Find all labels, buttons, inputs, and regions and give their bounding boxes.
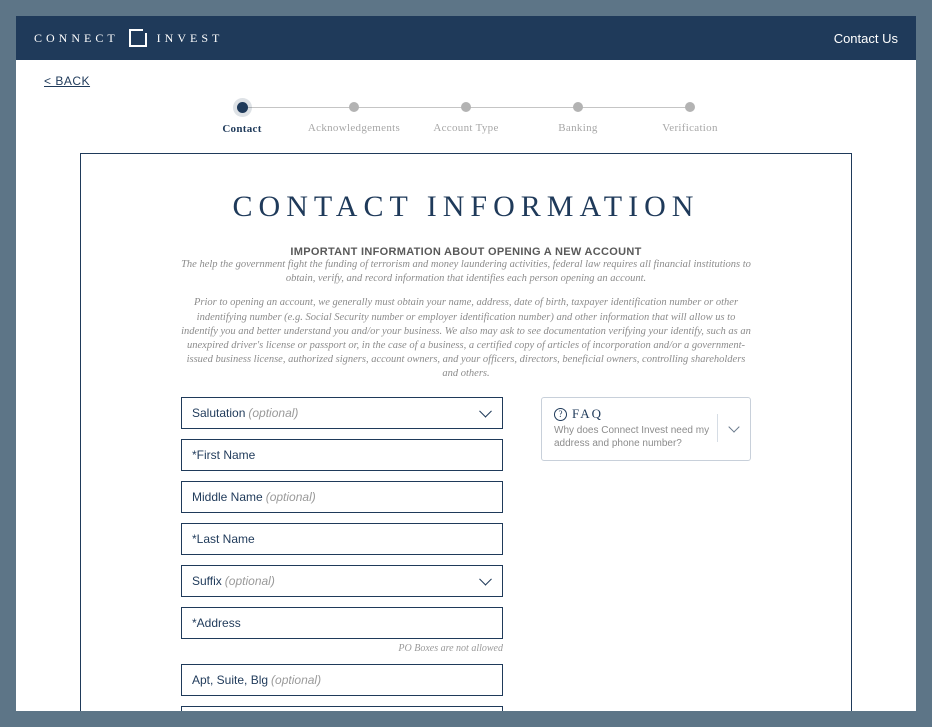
city-input[interactable]: *City xyxy=(181,706,503,711)
faq-sidebar: ? FAQ Why does Connect Invest need my ad… xyxy=(541,397,751,711)
content-area: < BACK Contact Acknowledgements Account … xyxy=(16,60,916,711)
field-label: *First Name xyxy=(192,448,255,462)
step-dot-icon xyxy=(573,102,583,112)
step-dot-icon xyxy=(685,102,695,112)
step-contact[interactable]: Contact xyxy=(186,102,298,135)
step-label: Contact xyxy=(186,123,298,135)
form-fields-column: Salutation (optional) *First Name Middle… xyxy=(181,397,503,711)
step-label: Acknowledgements xyxy=(298,122,410,134)
notice-paragraph-2: Prior to opening an account, we generall… xyxy=(181,296,751,381)
faq-question-text: Why does Connect Invest need my address … xyxy=(554,424,717,450)
suffix-select[interactable]: Suffix (optional) xyxy=(181,565,503,597)
step-connector xyxy=(578,107,690,108)
optional-hint: (optional) xyxy=(271,673,321,687)
apt-suite-input[interactable]: Apt, Suite, Blg (optional) xyxy=(181,664,503,696)
address-hint: PO Boxes are not allowed xyxy=(181,643,503,654)
faq-accordion-item[interactable]: ? FAQ Why does Connect Invest need my ad… xyxy=(541,397,751,461)
last-name-input[interactable]: *Last Name xyxy=(181,523,503,555)
salutation-select[interactable]: Salutation (optional) xyxy=(181,397,503,429)
header-bar: CONNECT INVEST Contact Us xyxy=(16,16,916,60)
back-link[interactable]: < BACK xyxy=(44,74,90,88)
page-container: CONNECT INVEST Contact Us < BACK Contact… xyxy=(16,16,916,711)
contact-us-link[interactable]: Contact Us xyxy=(834,31,898,46)
faq-title-text: FAQ xyxy=(572,406,603,422)
field-label: *Address xyxy=(192,616,241,630)
notice-paragraph-1: The help the government fight the fundin… xyxy=(181,258,751,286)
brand-logo[interactable]: CONNECT INVEST xyxy=(34,29,223,47)
step-label: Account Type xyxy=(410,122,522,134)
chevron-down-icon xyxy=(717,414,738,442)
notice-heading: IMPORTANT INFORMATION ABOUT OPENING A NE… xyxy=(181,246,751,258)
middle-name-input[interactable]: Middle Name (optional) xyxy=(181,481,503,513)
step-dot-icon xyxy=(349,102,359,112)
form-body: Salutation (optional) *First Name Middle… xyxy=(181,397,751,711)
optional-hint: (optional) xyxy=(225,574,275,588)
brand-text-right: INVEST xyxy=(157,31,224,46)
form-card: CONTACT INFORMATION IMPORTANT INFORMATIO… xyxy=(80,153,852,711)
step-connector xyxy=(354,107,466,108)
question-mark-icon: ? xyxy=(554,408,567,421)
page-title: CONTACT INFORMATION xyxy=(181,190,751,224)
step-dot-icon xyxy=(237,102,248,113)
field-label: Suffix xyxy=(192,574,222,588)
progress-stepper: Contact Acknowledgements Account Type Ba… xyxy=(186,102,746,135)
field-label: Apt, Suite, Blg xyxy=(192,673,268,687)
brand-square-icon xyxy=(129,29,147,47)
optional-hint: (optional) xyxy=(266,490,316,504)
brand-text-left: CONNECT xyxy=(34,31,119,46)
field-label: Salutation xyxy=(192,406,245,420)
first-name-input[interactable]: *First Name xyxy=(181,439,503,471)
step-label: Verification xyxy=(634,122,746,134)
field-label: Middle Name xyxy=(192,490,263,504)
faq-content: ? FAQ Why does Connect Invest need my ad… xyxy=(554,406,717,450)
step-dot-icon xyxy=(461,102,471,112)
field-label: *Last Name xyxy=(192,532,255,546)
step-label: Banking xyxy=(522,122,634,134)
faq-title: ? FAQ xyxy=(554,406,717,422)
optional-hint: (optional) xyxy=(248,406,298,420)
address-input[interactable]: *Address xyxy=(181,607,503,639)
step-connector xyxy=(466,107,578,108)
step-connector xyxy=(242,107,354,108)
